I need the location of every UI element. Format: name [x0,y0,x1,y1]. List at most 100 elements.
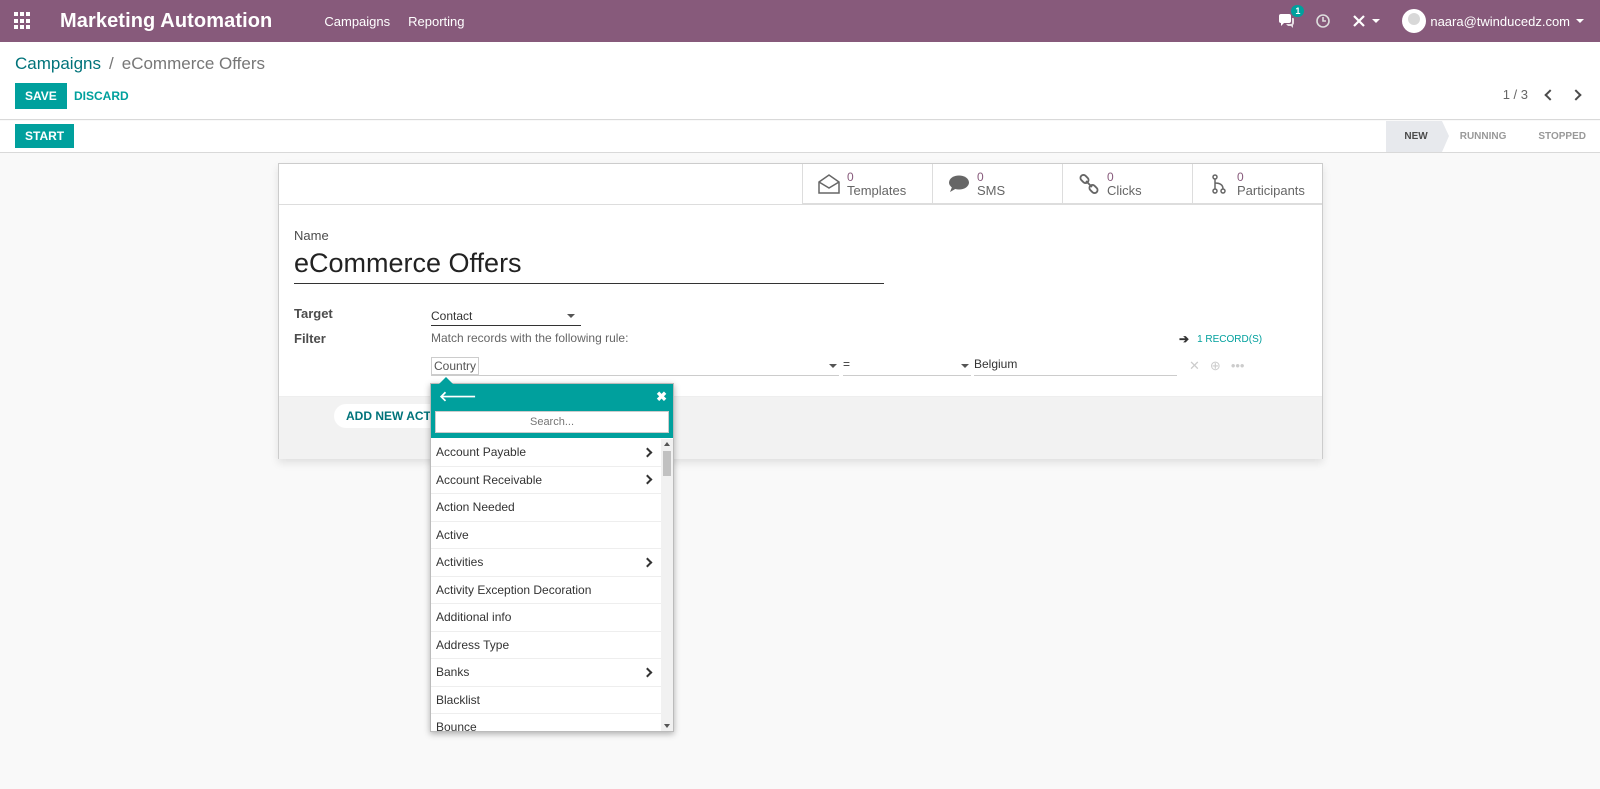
target-label: Target [294,306,333,321]
menu-item-campaigns[interactable]: Campaigns [324,14,390,29]
target-value: Contact [431,309,473,323]
field-list-scrollbar[interactable] [661,439,673,731]
control-panel: Campaigns / eCommerce Offers SAVE DISCAR… [0,42,1600,120]
stage-new[interactable]: NEW [1386,121,1450,152]
save-button[interactable]: SAVE [15,83,67,109]
field-label: Action Needed [436,500,515,515]
popover-search-wrapper [431,409,673,438]
records-count: 1 RECORD(S) [1197,333,1263,345]
field-label: Bounce [436,720,477,731]
user-menu[interactable]: naara@twinducedz.com [1402,9,1584,33]
participants-stat-button[interactable]: 0 Participants [1192,164,1322,204]
field-label: Additional info [436,610,512,625]
list-item[interactable]: Banks [431,659,661,687]
clicks-label: Clicks [1107,183,1142,198]
close-icon[interactable]: ✖ [656,389,667,405]
list-item[interactable]: Active [431,522,661,549]
list-item[interactable]: Blacklist [431,687,661,714]
pager-next-icon[interactable] [1570,88,1582,101]
stage-stopped[interactable]: STOPPED [1520,121,1600,152]
chat-icon [1279,14,1295,28]
target-select[interactable]: Contact [431,307,581,326]
list-item[interactable]: Bounce [431,714,661,731]
list-item[interactable]: Activity Exception Decoration [431,577,661,604]
more-icon[interactable]: ••• [1231,358,1245,374]
field-label: Banks [436,665,470,680]
arrow-left-icon[interactable]: 🡐 [439,388,477,405]
activity-menu[interactable] [1316,14,1331,28]
field-label: Blacklist [436,692,481,707]
participants-label: Participants [1237,183,1305,198]
scroll-up-icon[interactable] [664,442,670,446]
breadcrumb-current: eCommerce Offers [121,54,266,73]
campaign-name-input[interactable]: eCommerce Offers [294,248,884,284]
chevron-down-icon [567,314,575,318]
comment-icon [947,172,971,196]
chevron-right-icon[interactable] [642,667,653,678]
sms-stat-button[interactable]: 0 SMS [932,164,1062,204]
add-rule-icon[interactable]: ⊕ [1210,358,1221,374]
delete-rule-icon[interactable]: ✕ [1189,358,1200,374]
clicks-count: 0 [1107,170,1114,184]
chevron-down-icon [829,364,837,368]
arrow-right-icon: ➔ [1179,332,1190,346]
code-fork-icon [1207,172,1231,196]
clicks-stat-button[interactable]: 0 Clicks [1062,164,1192,204]
pager-previous-icon[interactable] [1544,88,1556,101]
stat-button-box: 0 Templates 0 SMS 0 Clicks 0 Participants [802,164,1322,204]
list-item[interactable]: Address Type [431,632,661,659]
menu-item-reporting[interactable]: Reporting [408,14,464,29]
field-list: Account Payable Account Receivable Actio… [431,439,661,731]
field-label: Account Receivable [436,472,543,487]
templates-stat-button[interactable]: 0 Templates [802,164,932,204]
domain-row-actions: ✕ ⊕ ••• [1189,358,1244,374]
records-link[interactable]: ➔ 1 RECORD(S) [1179,332,1262,346]
name-label: Name [294,228,329,243]
chevron-down-icon [1372,19,1381,23]
field-search-input[interactable] [435,411,669,433]
discard-button[interactable]: DISCARD [74,89,129,103]
domain-field-selector[interactable]: Country [431,357,839,376]
apps-menu-icon[interactable] [14,12,32,30]
list-item[interactable]: Account Payable [431,439,661,467]
stage-running[interactable]: RUNNING [1442,121,1528,152]
chevron-right-icon[interactable] [642,557,653,568]
messaging-menu[interactable]: 1 [1278,5,1305,28]
chevron-right-icon[interactable] [642,447,653,458]
domain-operator: = [843,357,851,371]
scroll-down-icon[interactable] [664,724,670,728]
popover-header: 🡐 ✖ [431,384,673,409]
debug-menu[interactable] [1352,14,1381,28]
top-navbar: Marketing Automation Campaigns Reporting… [0,0,1600,42]
list-item[interactable]: Additional info [431,604,661,632]
tools-icon [1353,15,1366,27]
domain-value-input[interactable]: Belgium [974,357,1177,376]
breadcrumb: Campaigns / eCommerce Offers [15,54,265,74]
message-count-badge: 1 [1291,5,1305,17]
pager: 1 / 3 [1503,87,1582,102]
sms-label: SMS [977,183,1006,198]
status-bar: START NEW RUNNING STOPPED [0,121,1600,153]
list-item[interactable]: Account Receivable [431,467,661,494]
list-item[interactable]: Activities [431,549,661,577]
domain-operator-select[interactable]: = [843,357,971,376]
pager-value[interactable]: 1 / 3 [1503,87,1528,102]
link-icon [1077,172,1101,196]
domain-field-tag: Country [431,357,480,375]
scroll-thumb[interactable] [663,451,671,476]
chevron-down-icon [1576,19,1584,23]
list-item[interactable]: Action Needed [431,494,661,522]
field-label: Activity Exception Decoration [436,582,592,597]
templates-label: Templates [847,183,907,198]
field-label: Active [436,527,469,542]
start-button[interactable]: START [15,124,75,148]
templates-count: 0 [847,170,854,184]
clock-icon [1316,14,1331,28]
field-label: Account Payable [436,445,527,460]
filter-label: Filter [294,331,326,346]
breadcrumb-campaigns-link[interactable]: Campaigns [15,54,101,74]
main-menu: Campaigns Reporting [324,14,464,29]
chevron-right-icon[interactable] [642,474,653,485]
breadcrumb-separator: / [109,54,114,73]
stage-pipeline: NEW RUNNING STOPPED [1386,121,1600,152]
